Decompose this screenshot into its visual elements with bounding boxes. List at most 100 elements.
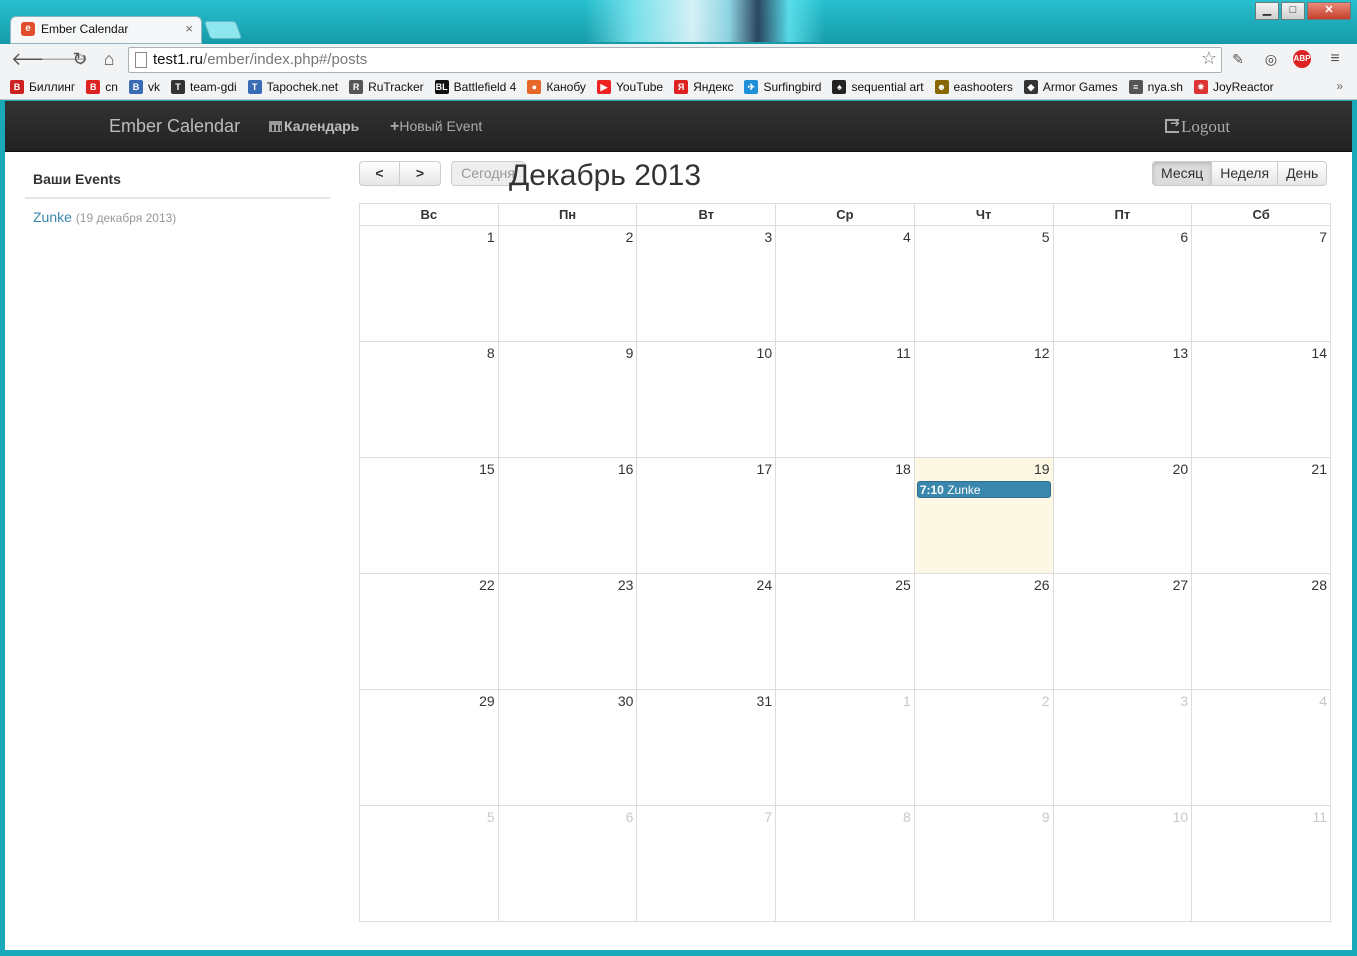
day-number: 11 <box>896 345 911 361</box>
day-cell[interactable]: 6 <box>497 805 638 922</box>
bookmark-item[interactable]: В Биллинг <box>10 79 75 94</box>
day-cell[interactable]: 7 <box>636 805 777 922</box>
menu-icon[interactable]: ≡ <box>1326 50 1344 68</box>
day-cell[interactable]: 8 <box>359 341 499 458</box>
day-cell[interactable]: 22 <box>359 573 499 690</box>
bookmark-item[interactable]: Вcn <box>86 79 118 94</box>
bookmark-item[interactable]: ♠ sequential art <box>832 79 924 94</box>
day-number: 5 <box>486 809 495 825</box>
day-cell[interactable]: 23 <box>497 573 638 690</box>
day-cell[interactable]: 10 <box>1052 805 1193 922</box>
bookmark-star-icon[interactable]: ☆ <box>1201 48 1217 69</box>
day-cell[interactable]: 12 <box>913 341 1054 458</box>
day-number: 23 <box>617 577 634 593</box>
day-cell[interactable]: 2 <box>913 689 1054 806</box>
maximize-button[interactable]: □ <box>1281 2 1305 20</box>
day-cell[interactable]: 16 <box>497 457 638 574</box>
bookmarks-overflow-icon[interactable]: » <box>1336 79 1343 93</box>
bookmark-label: Tapochek.net <box>266 79 339 94</box>
day-number: 24 <box>756 577 773 593</box>
day-cell[interactable]: 1 <box>359 225 499 342</box>
day-cell-today[interactable]: 19 7:10 Zunke <box>913 457 1054 574</box>
day-cell[interactable]: 11 <box>1191 805 1331 922</box>
day-cell[interactable]: 31 <box>636 689 777 806</box>
bookmark-item[interactable]: ✈ Surfingbird <box>744 79 821 94</box>
url-text: test1.ru/ember/index.php#/posts <box>153 51 368 68</box>
day-cell[interactable]: 25 <box>775 573 915 690</box>
day-cell[interactable]: 2 <box>497 225 638 342</box>
page-icon <box>135 52 147 68</box>
adblock-icon[interactable]: ABP <box>1293 50 1311 68</box>
logout-link[interactable]: Logout <box>1165 116 1230 137</box>
day-cell[interactable]: 5 <box>359 805 499 922</box>
bookmark-favicon-icon: T <box>247 79 262 94</box>
bookmark-item[interactable]: ▶ YouTube <box>596 79 663 94</box>
bookmark-item[interactable]: ✷ JoyReactor <box>1193 79 1274 94</box>
day-number: 12 <box>1033 345 1050 361</box>
day-cell[interactable]: 24 <box>636 573 777 690</box>
bookmark-item[interactable]: R RuTracker <box>349 79 424 94</box>
bookmark-item[interactable]: Tteam-gdi <box>170 79 237 94</box>
pen-extension-icon[interactable]: ✎ <box>1229 50 1247 68</box>
calendar-event[interactable]: 7:10 Zunke <box>916 481 1051 498</box>
tab-favicon-icon: e <box>21 22 35 36</box>
day-cell[interactable]: 11 <box>775 341 915 458</box>
home-icon[interactable]: ⌂ <box>98 48 120 70</box>
day-cell[interactable]: 28 <box>1191 573 1331 690</box>
bookmark-label: cn <box>105 79 118 94</box>
day-cell[interactable]: 14 <box>1191 341 1331 458</box>
day-cell[interactable]: 15 <box>359 457 499 574</box>
day-cell[interactable]: 6 <box>1052 225 1193 342</box>
day-cell[interactable]: 10 <box>636 341 777 458</box>
reload-icon[interactable]: ↻ <box>69 48 91 70</box>
weekday-header: Чт <box>913 203 1054 226</box>
forward-arrow-icon[interactable]: 🡒 <box>40 48 88 70</box>
minimize-button[interactable]: ▁ <box>1255 2 1279 20</box>
bookmark-item[interactable]: ☻ eashooters <box>934 79 1013 94</box>
bookmark-item[interactable]: T Tapochek.net <box>247 79 339 94</box>
bookmark-item[interactable]: Я Яндекс <box>674 79 733 94</box>
bookmark-item[interactable]: ● Канобу <box>527 79 586 94</box>
day-cell[interactable]: 26 <box>913 573 1054 690</box>
address-bar[interactable]: test1.ru/ember/index.php#/posts ☆ <box>128 47 1222 73</box>
back-arrow-icon[interactable]: 🡐 <box>11 48 59 70</box>
week-row: 29 30 31 1 2 3 4 <box>359 689 1331 806</box>
day-cell[interactable]: 4 <box>1191 689 1331 806</box>
day-number: 4 <box>1319 693 1327 709</box>
day-cell[interactable]: 27 <box>1052 573 1193 690</box>
day-cell[interactable]: 20 <box>1052 457 1193 574</box>
day-cell[interactable]: 13 <box>1052 341 1193 458</box>
bookmark-item[interactable]: BL Battlefield 4 <box>434 79 516 94</box>
app-brand[interactable]: Ember Calendar <box>109 116 240 137</box>
day-cell[interactable]: 3 <box>636 225 777 342</box>
window-close-button[interactable]: ✕ <box>1307 2 1351 20</box>
nav-calendar-link[interactable]: Календарь <box>269 118 359 134</box>
tab-close-icon[interactable]: × <box>185 21 193 36</box>
day-cell[interactable]: 4 <box>775 225 915 342</box>
alarm-extension-icon[interactable]: ◎ <box>1262 50 1280 68</box>
view-month-button[interactable]: Месяц <box>1152 161 1213 186</box>
sidebar-event-link[interactable]: Zunke <box>33 209 72 225</box>
view-week-button[interactable]: Неделя <box>1212 161 1279 186</box>
view-day-button[interactable]: День <box>1278 161 1328 186</box>
day-cell[interactable]: 17 <box>636 457 777 574</box>
day-cell[interactable]: 29 <box>359 689 499 806</box>
day-cell[interactable]: 30 <box>497 689 638 806</box>
weekday-header: Вс <box>359 203 499 226</box>
day-cell[interactable]: 3 <box>1052 689 1193 806</box>
browser-tab[interactable]: e Ember Calendar × <box>11 17 201 43</box>
day-cell[interactable]: 9 <box>913 805 1054 922</box>
day-cell[interactable]: 1 <box>775 689 915 806</box>
bookmark-item[interactable]: Bvk <box>128 79 160 94</box>
nav-new-event-link[interactable]: +Новый Event <box>390 118 482 136</box>
bookmark-favicon-icon: В <box>10 79 24 94</box>
day-cell[interactable]: 18 <box>775 457 915 574</box>
bookmark-item[interactable]: ≡ nya.sh <box>1128 79 1183 94</box>
day-cell[interactable]: 8 <box>775 805 915 922</box>
day-cell[interactable]: 21 <box>1191 457 1331 574</box>
day-cell[interactable]: 5 <box>913 225 1054 342</box>
day-cell[interactable]: 7 <box>1191 225 1331 342</box>
new-tab-button[interactable] <box>203 21 243 39</box>
day-cell[interactable]: 9 <box>497 341 638 458</box>
bookmark-item[interactable]: ◆ Armor Games <box>1023 79 1118 94</box>
